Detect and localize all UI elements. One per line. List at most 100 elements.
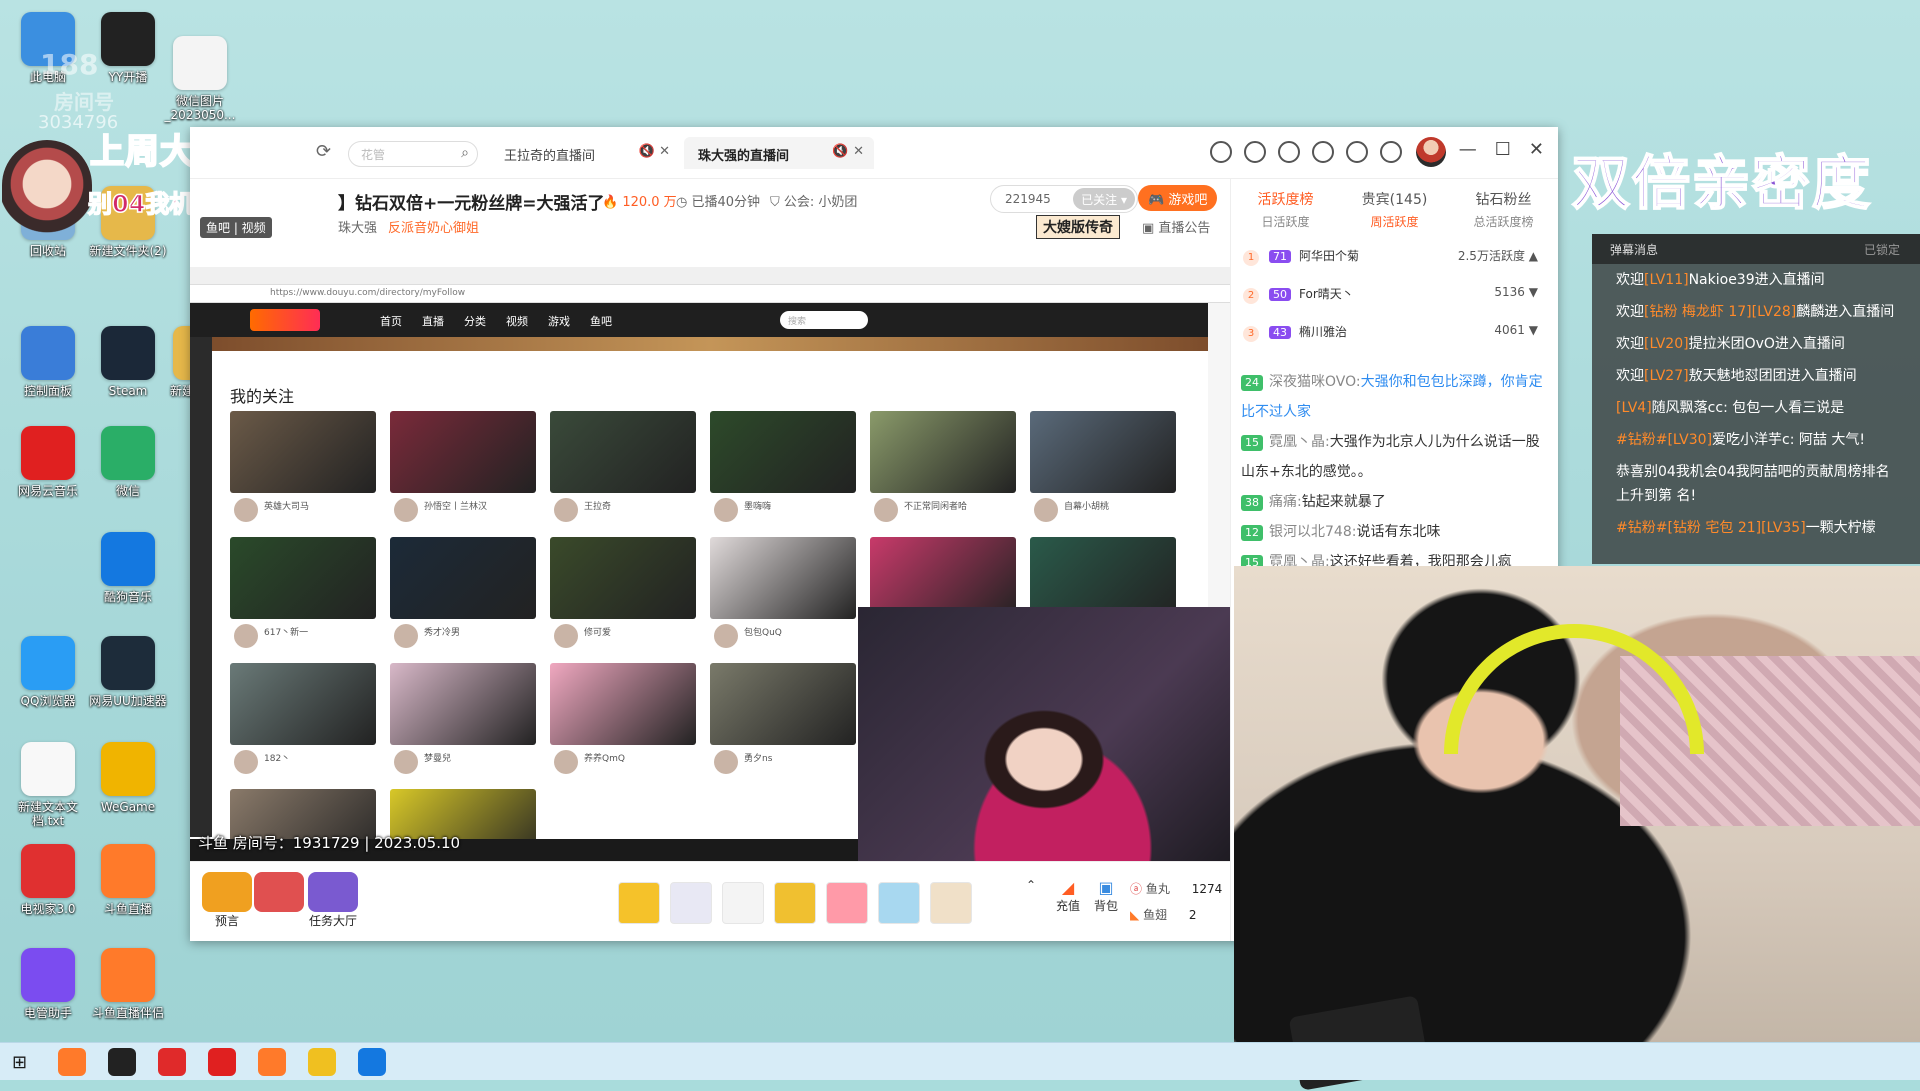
rank-row[interactable]: 1 71 阿华田个菊 2.5万活跃度 ▲ [1231,237,1558,275]
refresh-icon[interactable]: ⟳ [316,141,331,162]
desktop-icon[interactable]: 网易云音乐 [8,420,88,520]
rank-tab[interactable]: 活跃度榜 [1231,179,1340,213]
follow-thumbnail [550,663,696,745]
desktop-icon[interactable]: 斗鱼直播 [88,838,168,938]
fishbar-tag[interactable]: 鱼吧 | 视频 [200,217,272,238]
chat-level-badge: 38 [1241,495,1263,511]
rank-subtab[interactable]: 总活跃度榜 [1449,213,1558,237]
rank-subtab[interactable]: 日活跃度 [1231,213,1340,237]
settings-icon[interactable] [1380,141,1402,163]
danmaku-lock[interactable]: 已锁定 [1864,241,1900,258]
chat-message[interactable]: 38 痛痛:钻起来就暴了 [1241,487,1545,517]
desktop-icon[interactable]: 电管助手 [8,942,88,1042]
follow-card-name: 梦曼兒 [390,745,536,777]
toolbar-icons [1210,141,1402,163]
game-bar-button[interactable]: 🎮 游戏吧 [1138,185,1218,211]
desktop-icon[interactable]: 微信图片_2023050... [160,30,240,130]
broadcast-time-text: 已播40分钟 [691,195,761,210]
tab-close-icon[interactable]: 🔇 ✕ [832,144,864,159]
gift-bar-item[interactable] [254,872,304,912]
taskbar-app-icon[interactable] [158,1048,186,1076]
desktop-icon[interactable]: 斗鱼直播伴侣 [88,942,168,1042]
chat-message[interactable]: 15 霓凰丶晶:大强作为北京人儿为什么说话一股山东+东北的感觉。。 [1241,427,1545,487]
desktop-icon[interactable]: 酷狗音乐 [88,526,168,626]
follow-box: 221945 已关注 ▾ [990,185,1138,213]
gift-bar-item[interactable]: 预言 [202,872,252,929]
recharge-button[interactable]: ◢ 充值 [1056,878,1080,914]
rank-row[interactable]: 2 50 For晴天丶 5136 ▼ [1231,275,1558,313]
taskbar-app-icon[interactable] [308,1048,336,1076]
follow-card: 不正常同闲者哈 [870,411,1016,525]
site-sidebar [190,337,212,837]
follow-card: 包包QuQ [710,537,856,651]
user-avatar[interactable] [1416,137,1446,167]
expand-gifts-icon[interactable]: ⌃ [1026,878,1036,892]
desktop-icon[interactable]: WeGame [88,736,168,836]
backpack-button[interactable]: ▣ 背包 [1094,878,1118,914]
desktop-icon[interactable]: 微信 [88,420,168,520]
rank-subtab[interactable]: 周活跃度 [1340,213,1449,237]
gift-item[interactable] [878,882,920,924]
taskbar-app-icon[interactable] [58,1048,86,1076]
gift-item[interactable] [670,882,712,924]
tab-close-icon[interactable]: 🔇 ✕ [639,144,670,159]
app-icon [21,426,75,480]
search-input[interactable]: 花管 ⌕ [348,141,478,167]
app-icon [21,948,75,1002]
danmaku-tag: [钻粉 梅龙虾 17][LV28] [1644,304,1797,320]
minimize-icon[interactable]: — [1459,139,1477,160]
desktop-icon[interactable]: 网易UU加速器 [88,630,168,730]
desktop-icon[interactable]: Steam [88,320,168,420]
calendar-icon[interactable] [1278,141,1300,163]
taskbar-app-icon[interactable] [258,1048,286,1076]
chat-message[interactable]: 12 银河以北748:说话有东北味 [1241,517,1545,547]
promo-banner[interactable]: 大嫂版传奇 [1036,215,1120,239]
guild[interactable]: ⛉ 公会: 小奶团 [770,191,857,210]
heart-icon[interactable] [1244,141,1266,163]
site-nav: 首页 直播 分类 视频 游戏 鱼吧 [380,313,612,329]
shirt-icon[interactable] [1312,141,1334,163]
maximize-icon[interactable]: ☐ [1495,139,1511,160]
gift-item[interactable] [826,882,868,924]
chat-list: 24 深夜猫咪OVO:大强你和包包比深蹲，你肯定比不过人家 15 霓凰丶晶:大强作为北… [1241,367,1545,577]
follow-card: 墨嗨嗨 [710,411,856,525]
desktop-icon[interactable]: 新建文本文档.txt [8,736,88,836]
desktop-icon-label: 酷狗音乐 [103,590,152,604]
search-icon[interactable]: ⌕ [461,145,469,161]
rank-tab[interactable]: 贵宾(145) [1340,179,1449,213]
gift-item[interactable] [722,882,764,924]
follow-button[interactable]: 已关注 ▾ [1073,188,1135,210]
fishball-icon: ⓐ [1130,882,1143,896]
chat-message[interactable]: 24 深夜猫咪OVO:大强你和包包比深蹲，你肯定比不过人家 [1241,367,1545,427]
message-icon[interactable] [1346,141,1368,163]
streamer-name[interactable]: 珠大强 [338,217,377,236]
app-icon [101,844,155,898]
gift-item[interactable] [930,882,972,924]
headphones [1444,624,1704,754]
gift-item[interactable] [774,882,816,924]
danmaku-prefix: 欢迎 [1616,272,1644,288]
desktop: 此电脑 YY开播 微信图片_2023050... 回收站 新建文件夹(2) 控制面板 Ste… [0,0,1920,1091]
taskbar-app-icon[interactable] [108,1048,136,1076]
follow-thumbnail [550,411,696,493]
gift-bar-item-label: 任务大厅 [308,914,357,928]
taskbar-app-icon[interactable] [358,1048,386,1076]
video-player[interactable]: https://www.douyu.com/directory/myFollow… [190,267,1230,861]
douyu-logo [250,309,320,331]
rank-tab[interactable]: 钻石粉丝 [1449,179,1558,213]
notice-link[interactable]: ▣ 直播公告 [1142,217,1210,236]
gift-bar-item[interactable]: 任务大厅 [308,872,358,929]
tab-zhudaqiang[interactable]: 珠大强的直播间 🔇 ✕ [684,137,874,169]
desktop-icon[interactable]: 控制面板 [8,320,88,420]
tab-wangla[interactable]: 王拉奇的直播间 🔇 ✕ [490,137,680,169]
app-icon [101,636,155,690]
windows-start-icon[interactable]: ⊞ [12,1052,27,1073]
desktop-icon[interactable]: 电视家3.0 [8,838,88,938]
close-icon[interactable]: ✕ [1529,139,1544,160]
danmaku-tag: [LV11] [1644,272,1689,288]
gift-item[interactable] [618,882,660,924]
taskbar-app-icon[interactable] [208,1048,236,1076]
rank-row[interactable]: 3 43 椭川雅治 4061 ▼ [1231,313,1558,351]
history-icon[interactable] [1210,141,1232,163]
desktop-icon[interactable]: QQ浏览器 [8,630,88,730]
